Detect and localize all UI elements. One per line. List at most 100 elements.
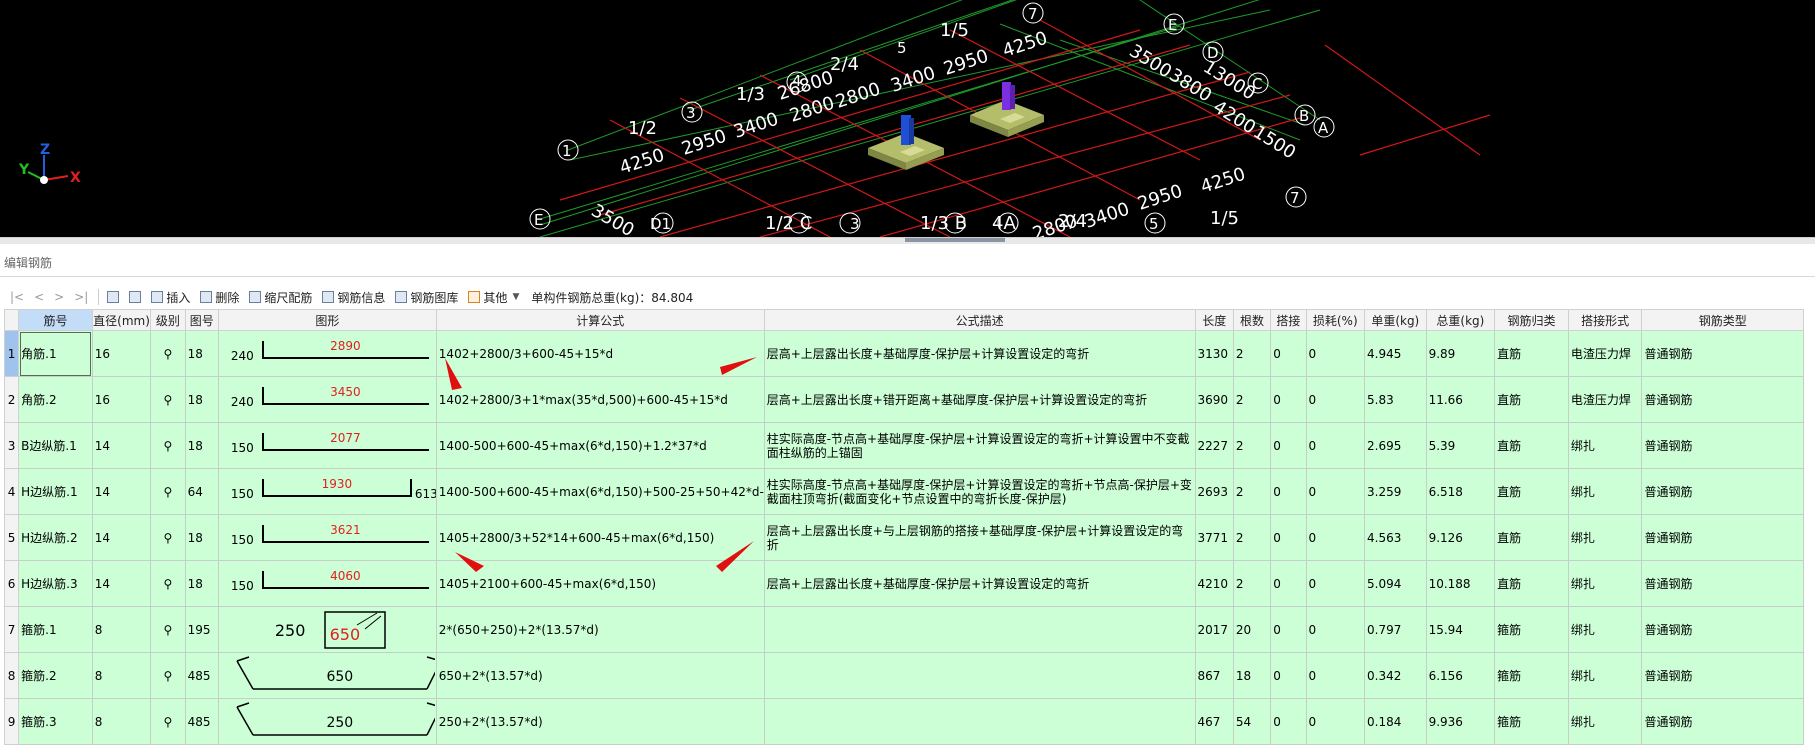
column-header[interactable]: 搭接形式 [1567, 309, 1643, 331]
rebar-type-cell[interactable]: 普通钢筋 [1641, 376, 1804, 423]
grade-cell[interactable]: ⚲ [150, 698, 186, 745]
length-cell[interactable]: 3690 [1194, 376, 1234, 423]
formula-description-cell[interactable]: 柱实际高度-节点高+基础厚度-保护层+计算设置设定的弯折+节点高-保护层+变截面… [763, 468, 1196, 515]
rebar-library-button[interactable]: 钢筋图库 [393, 289, 464, 306]
table-row[interactable]: 6 H边纵筋.3 14 ⚲ 18 150 4060 1405+2100+600-45+max(… [3, 560, 1804, 607]
delete-button[interactable]: 删除 [198, 289, 245, 306]
lap-cell[interactable]: 0 [1270, 422, 1307, 469]
bar-number-cell[interactable]: B边纵筋.1 [18, 422, 93, 469]
loss-cell[interactable]: 0 [1305, 698, 1366, 745]
scale-config-button[interactable]: 缩尺配筋 [247, 289, 318, 306]
count-cell[interactable]: 2 [1232, 330, 1272, 377]
loss-cell[interactable]: 0 [1305, 652, 1366, 699]
figure-number-cell[interactable]: 18 [184, 560, 219, 607]
rebar-type-cell[interactable]: 普通钢筋 [1641, 514, 1804, 561]
next-record-button[interactable]: > [50, 290, 68, 304]
row-number[interactable]: 6 [3, 560, 20, 607]
column-header[interactable]: 根数 [1232, 309, 1272, 331]
table-row[interactable]: 5 H边纵筋.2 14 ⚲ 18 150 3621 1405+2800/3+52*14+600… [3, 514, 1804, 561]
total-weight-cell[interactable]: 15.94 [1425, 606, 1496, 653]
prev-record-button[interactable]: < [30, 290, 48, 304]
column-header[interactable]: 图形 [217, 309, 437, 331]
figure-number-cell[interactable]: 18 [184, 376, 219, 423]
column-header[interactable]: 单重(kg) [1364, 309, 1427, 331]
last-record-button[interactable]: >| [70, 290, 92, 304]
table-row[interactable]: 7 箍筋.1 8 ⚲ 195 250 650 2*(650+250)+2*(13.57*d) 2… [3, 606, 1804, 653]
lap-cell[interactable]: 0 [1270, 376, 1307, 423]
count-cell[interactable]: 54 [1232, 698, 1272, 745]
unit-weight-cell[interactable]: 0.797 [1364, 606, 1427, 653]
shape-cell[interactable]: 240 2890 [217, 330, 437, 377]
insert-button[interactable]: 插入 [149, 289, 196, 306]
column-header[interactable]: 图号 [184, 309, 219, 331]
bar-number-cell[interactable]: H边纵筋.2 [18, 514, 93, 561]
total-weight-cell[interactable]: 10.188 [1425, 560, 1496, 607]
grade-cell[interactable]: ⚲ [150, 376, 186, 423]
column-header[interactable]: 计算公式 [435, 309, 765, 331]
table-row[interactable]: 1 角筋.1 16 ⚲ 18 240 2890 1402+2800/3+600-45+15*d… [3, 330, 1804, 377]
diameter-cell[interactable]: 14 [91, 560, 152, 607]
grade-cell[interactable]: ⚲ [150, 560, 186, 607]
figure-number-cell[interactable]: 18 [184, 422, 219, 469]
row-number[interactable]: 3 [3, 422, 20, 469]
length-cell[interactable]: 2017 [1194, 606, 1234, 653]
lap-cell[interactable]: 0 [1270, 468, 1307, 515]
shape-cell[interactable]: 150 1930 613 [217, 468, 437, 515]
formula-cell[interactable]: 250+2*(13.57*d) [435, 698, 765, 745]
loss-cell[interactable]: 0 [1305, 514, 1366, 561]
formula-description-cell[interactable]: 层高+上层露出长度+与上层钢筋的搭接+基础厚度-保护层+计算设置设定的弯折 [763, 514, 1196, 561]
shape-cell[interactable]: 150 2077 [217, 422, 437, 469]
count-cell[interactable]: 2 [1232, 376, 1272, 423]
table-row[interactable]: 4 H边纵筋.1 14 ⚲ 64 150 1930 613 1400-500+600-45+ma… [3, 468, 1804, 515]
loss-cell[interactable]: 0 [1305, 330, 1366, 377]
diameter-cell[interactable]: 8 [91, 652, 152, 699]
row-number[interactable]: 9 [3, 698, 20, 745]
length-cell[interactable]: 467 [1194, 698, 1234, 745]
unit-weight-cell[interactable]: 3.259 [1364, 468, 1427, 515]
unit-weight-cell[interactable]: 5.094 [1364, 560, 1427, 607]
formula-description-cell[interactable]: 层高+上层露出长度+错开距离+基础厚度-保护层+计算设置设定的弯折 [763, 376, 1196, 423]
lap-form-cell[interactable]: 绑扎 [1567, 560, 1643, 607]
grade-cell[interactable]: ⚲ [150, 330, 186, 377]
loss-cell[interactable]: 0 [1305, 606, 1366, 653]
splitter-grip[interactable] [905, 238, 1005, 242]
diameter-cell[interactable]: 8 [91, 698, 152, 745]
diameter-cell[interactable]: 8 [91, 606, 152, 653]
total-weight-cell[interactable]: 5.39 [1425, 422, 1496, 469]
bar-number-cell[interactable]: H边纵筋.3 [18, 560, 93, 607]
category-cell[interactable]: 直筋 [1494, 422, 1569, 469]
total-weight-cell[interactable]: 6.156 [1425, 652, 1496, 699]
lap-form-cell[interactable]: 绑扎 [1567, 606, 1643, 653]
total-weight-cell[interactable]: 9.936 [1425, 698, 1496, 745]
table-row[interactable]: 3 B边纵筋.1 14 ⚲ 18 150 2077 1400-500+600-45+max(6… [3, 422, 1804, 469]
total-weight-cell[interactable]: 9.126 [1425, 514, 1496, 561]
figure-number-cell[interactable]: 485 [184, 698, 219, 745]
bar-number-cell[interactable]: 角筋.1 [18, 330, 93, 377]
rebar-type-cell[interactable]: 普通钢筋 [1641, 698, 1804, 745]
lap-form-cell[interactable]: 绑扎 [1567, 514, 1643, 561]
rebar-type-cell[interactable]: 普通钢筋 [1641, 560, 1804, 607]
total-weight-cell[interactable]: 6.518 [1425, 468, 1496, 515]
3d-viewport[interactable]: 1 1/2 3 1/3 4 2/4 5 1/5 7 E D C B A E D1… [0, 0, 1815, 237]
shape-cell[interactable]: 650 [217, 652, 437, 699]
column-header[interactable]: 钢筋归类 [1494, 309, 1569, 331]
figure-number-cell[interactable]: 18 [184, 514, 219, 561]
length-cell[interactable]: 867 [1194, 652, 1234, 699]
bar-number-cell[interactable]: 箍筋.2 [18, 652, 93, 699]
shape-cell[interactable]: 150 3621 [217, 514, 437, 561]
grade-cell[interactable]: ⚲ [150, 514, 186, 561]
bar-number-cell[interactable]: 箍筋.1 [18, 606, 93, 653]
lap-form-cell[interactable]: 绑扎 [1567, 652, 1643, 699]
unit-weight-cell[interactable]: 4.563 [1364, 514, 1427, 561]
count-cell[interactable]: 2 [1232, 560, 1272, 607]
figure-number-cell[interactable]: 485 [184, 652, 219, 699]
shape-cell[interactable]: 250 [217, 698, 437, 745]
formula-description-cell[interactable]: 层高+上层露出长度+基础厚度-保护层+计算设置设定的弯折 [763, 560, 1196, 607]
length-cell[interactable]: 3771 [1194, 514, 1234, 561]
rebar-type-cell[interactable]: 普通钢筋 [1641, 468, 1804, 515]
rebar-type-cell[interactable]: 普通钢筋 [1641, 422, 1804, 469]
column-header[interactable]: 长度 [1194, 309, 1234, 331]
lap-cell[interactable]: 0 [1270, 698, 1307, 745]
formula-cell[interactable]: 1405+2100+600-45+max(6*d,150) [435, 560, 765, 607]
grade-cell[interactable]: ⚲ [150, 468, 186, 515]
